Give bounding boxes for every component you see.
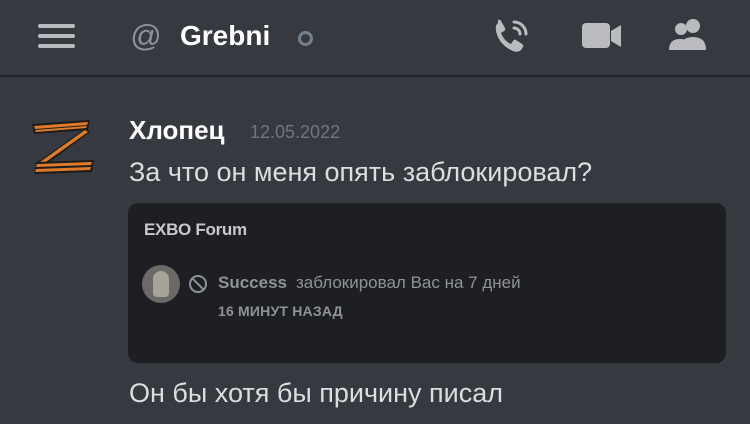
message-text: Он бы хотя бы причину писал xyxy=(129,378,504,408)
message-author[interactable]: Хлопец xyxy=(129,114,225,146)
z-ribbon-icon[interactable] xyxy=(30,118,96,176)
status-offline-icon xyxy=(298,31,313,46)
ban-icon xyxy=(189,275,207,293)
embed-user: Success xyxy=(218,273,287,292)
forum-embed: EXBO Forum Success заблокировал Вас на 7… xyxy=(128,203,726,363)
at-icon: @ xyxy=(130,18,162,53)
members-icon[interactable] xyxy=(666,16,710,56)
message-text: За что он меня опять заблокировал? xyxy=(129,157,593,187)
video-call-icon[interactable] xyxy=(580,16,624,56)
message-timestamp: 12.05.2022 xyxy=(250,122,341,142)
call-icon[interactable] xyxy=(490,16,534,56)
embed-title: EXBO Forum xyxy=(144,220,247,239)
channel-header: @ Grebni xyxy=(0,0,750,77)
embed-action: заблокировал Вас на 7 дней xyxy=(296,273,521,292)
menu-icon[interactable] xyxy=(38,24,75,48)
embed-avatar xyxy=(142,265,180,303)
channel-name[interactable]: Grebni xyxy=(180,18,270,54)
embed-time: 16 МИНУТ НАЗАД xyxy=(218,303,343,319)
